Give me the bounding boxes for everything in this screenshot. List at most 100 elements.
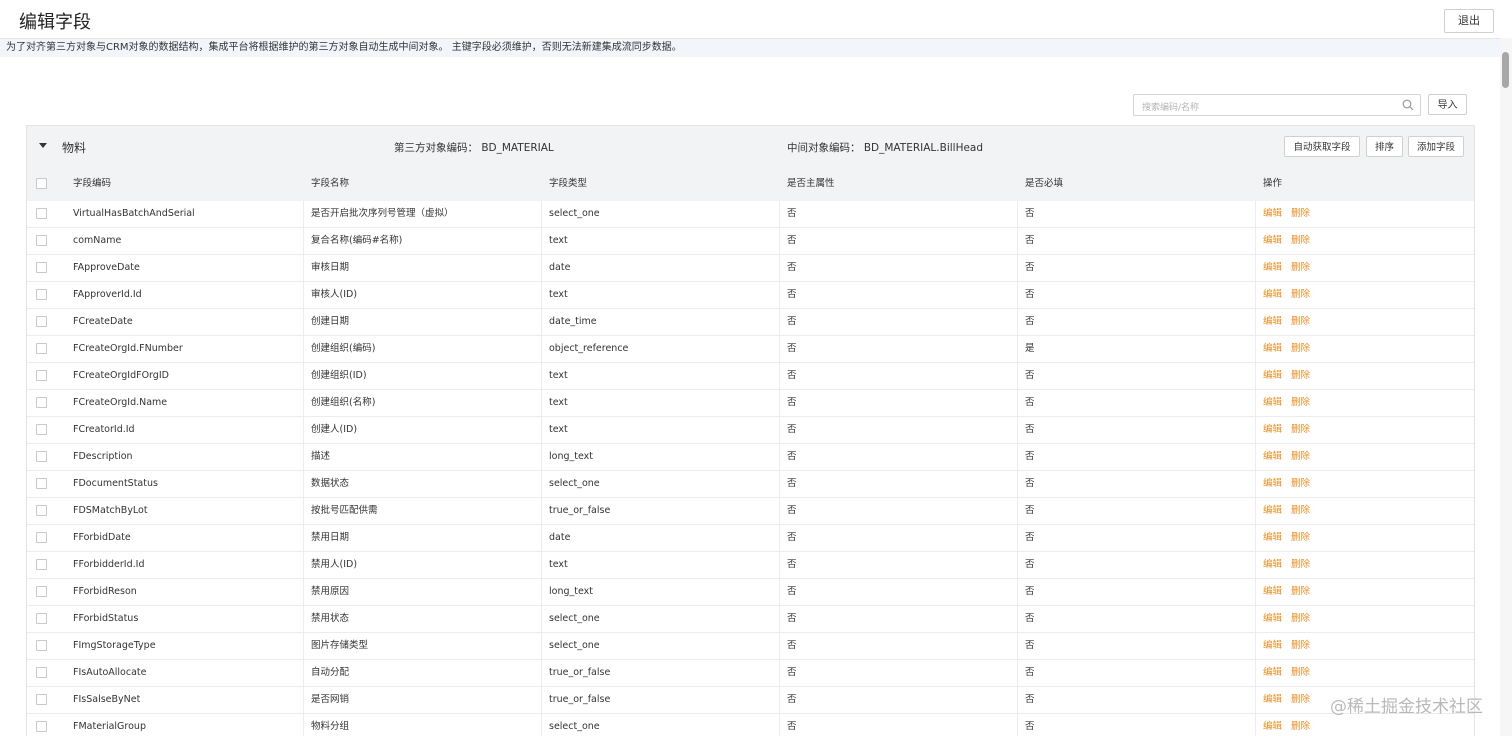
select-all-checkbox[interactable]	[36, 178, 47, 189]
table-row: FApproveDate 审核日期 date 否 否 编辑 删除	[27, 255, 1474, 282]
delete-link[interactable]: 删除	[1291, 640, 1310, 651]
import-button[interactable]: 导入	[1428, 94, 1467, 115]
search-input[interactable]	[1140, 98, 1394, 118]
delete-link[interactable]: 删除	[1291, 694, 1310, 705]
row-checkbox[interactable]	[36, 721, 47, 732]
column-divider	[1255, 336, 1256, 362]
delete-link[interactable]: 删除	[1291, 235, 1310, 246]
sort-button[interactable]: 排序	[1366, 136, 1403, 157]
row-checkbox[interactable]	[36, 478, 47, 489]
delete-link[interactable]: 删除	[1291, 505, 1310, 516]
row-checkbox[interactable]	[36, 208, 47, 219]
row-checkbox[interactable]	[36, 532, 47, 543]
column-divider	[303, 336, 304, 362]
row-checkbox[interactable]	[36, 559, 47, 570]
cell-name: 禁用人(ID)	[311, 559, 358, 570]
cell-required: 否	[1025, 532, 1035, 543]
row-checkbox[interactable]	[36, 667, 47, 678]
delete-link[interactable]: 删除	[1291, 343, 1310, 354]
exit-button[interactable]: 退出	[1444, 9, 1494, 33]
auto-fetch-fields-button[interactable]: 自动获取字段	[1284, 136, 1360, 157]
row-checkbox[interactable]	[36, 424, 47, 435]
edit-link[interactable]: 编辑	[1263, 586, 1282, 597]
delete-link[interactable]: 删除	[1291, 478, 1310, 489]
delete-link[interactable]: 删除	[1291, 424, 1310, 435]
column-divider	[779, 660, 780, 686]
edit-link[interactable]: 编辑	[1263, 370, 1282, 381]
edit-link[interactable]: 编辑	[1263, 316, 1282, 327]
column-divider	[303, 390, 304, 416]
delete-link[interactable]: 删除	[1291, 208, 1310, 219]
cell-type: date	[549, 532, 571, 543]
cell-ops: 编辑 删除	[1263, 606, 1319, 631]
column-divider	[1017, 363, 1018, 389]
row-checkbox[interactable]	[36, 505, 47, 516]
column-divider	[541, 363, 542, 389]
row-checkbox[interactable]	[36, 397, 47, 408]
table-row: FCreateOrgIdFOrgID 创建组织(ID) text 否 否 编辑 删除	[27, 363, 1474, 390]
edit-link[interactable]: 编辑	[1263, 451, 1282, 462]
table-row: FCreateOrgId.FNumber 创建组织(编码) object_refer…	[27, 336, 1474, 363]
edit-link[interactable]: 编辑	[1263, 478, 1282, 489]
object-panel-header: 物料 第三方对象编码： BD_MATERIAL 中间对象编码： BD_MATER…	[27, 126, 1474, 172]
delete-link[interactable]: 删除	[1291, 289, 1310, 300]
edit-link[interactable]: 编辑	[1263, 505, 1282, 516]
cell-ops: 编辑 删除	[1263, 201, 1319, 226]
edit-link[interactable]: 编辑	[1263, 640, 1282, 651]
column-divider	[1017, 552, 1018, 578]
delete-link[interactable]: 删除	[1291, 397, 1310, 408]
row-checkbox[interactable]	[36, 316, 47, 327]
delete-link[interactable]: 删除	[1291, 451, 1310, 462]
delete-link[interactable]: 删除	[1291, 721, 1310, 732]
row-checkbox[interactable]	[36, 613, 47, 624]
row-checkbox[interactable]	[36, 235, 47, 246]
column-divider	[1255, 525, 1256, 551]
column-divider	[1017, 255, 1018, 281]
table-row: VirtualHasBatchAndSerial 是否开启批次序列号管理（虚拟） s…	[27, 201, 1474, 228]
edit-link[interactable]: 编辑	[1263, 262, 1282, 273]
edit-link[interactable]: 编辑	[1263, 289, 1282, 300]
row-checkbox[interactable]	[36, 586, 47, 597]
caret-down-icon[interactable]	[39, 143, 47, 148]
cell-required: 否	[1025, 262, 1035, 273]
search-icon[interactable]	[1402, 99, 1414, 111]
edit-link[interactable]: 编辑	[1263, 694, 1282, 705]
edit-link[interactable]: 编辑	[1263, 559, 1282, 570]
cell-ops: 编辑 删除	[1263, 255, 1319, 280]
delete-link[interactable]: 删除	[1291, 559, 1310, 570]
edit-link[interactable]: 编辑	[1263, 343, 1282, 354]
edit-link[interactable]: 编辑	[1263, 667, 1282, 678]
page-scrollbar-thumb[interactable]	[1502, 52, 1509, 88]
delete-link[interactable]: 删除	[1291, 262, 1310, 273]
table-row: comName 复合名称(编码#名称) text 否 否 编辑 删除	[27, 228, 1474, 255]
edit-link[interactable]: 编辑	[1263, 721, 1282, 732]
row-checkbox[interactable]	[36, 694, 47, 705]
edit-link[interactable]: 编辑	[1263, 208, 1282, 219]
edit-link[interactable]: 编辑	[1263, 397, 1282, 408]
delete-link[interactable]: 删除	[1291, 667, 1310, 678]
edit-link[interactable]: 编辑	[1263, 235, 1282, 246]
row-checkbox[interactable]	[36, 370, 47, 381]
column-divider	[779, 579, 780, 605]
column-header-required: 是否必填	[1025, 178, 1064, 189]
column-divider	[1255, 282, 1256, 308]
delete-link[interactable]: 删除	[1291, 613, 1310, 624]
add-field-button[interactable]: 添加字段	[1408, 136, 1464, 157]
delete-link[interactable]: 删除	[1291, 532, 1310, 543]
delete-link[interactable]: 删除	[1291, 586, 1310, 597]
edit-link[interactable]: 编辑	[1263, 532, 1282, 543]
column-divider	[1255, 363, 1256, 389]
delete-link[interactable]: 删除	[1291, 370, 1310, 381]
column-divider	[779, 633, 780, 659]
row-checkbox[interactable]	[36, 262, 47, 273]
row-checkbox[interactable]	[36, 343, 47, 354]
cell-type: long_text	[549, 586, 594, 597]
edit-link[interactable]: 编辑	[1263, 424, 1282, 435]
page-scrollbar[interactable]	[1500, 38, 1512, 736]
delete-link[interactable]: 删除	[1291, 316, 1310, 327]
row-checkbox[interactable]	[36, 640, 47, 651]
search-box[interactable]	[1133, 94, 1421, 118]
row-checkbox[interactable]	[36, 451, 47, 462]
edit-link[interactable]: 编辑	[1263, 613, 1282, 624]
row-checkbox[interactable]	[36, 289, 47, 300]
